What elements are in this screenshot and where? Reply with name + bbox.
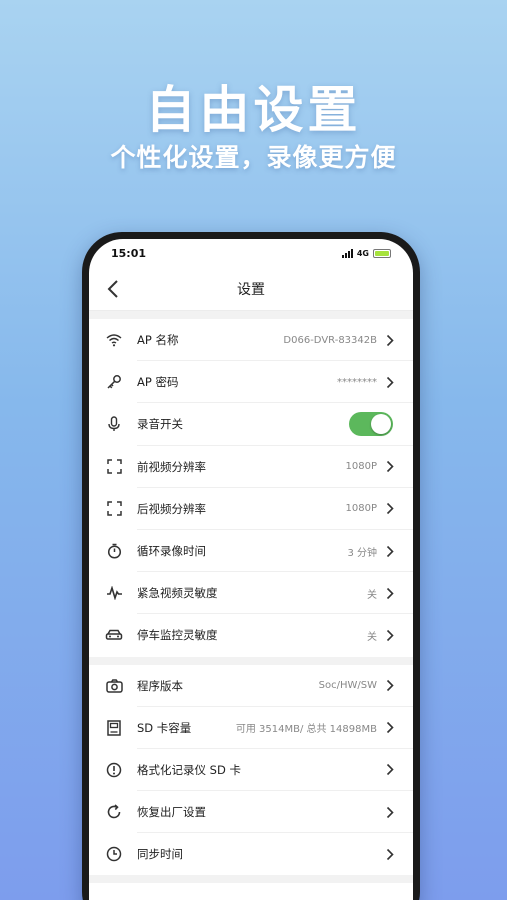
chevron-right-icon bbox=[386, 629, 394, 641]
status-bar: 15:01 4G bbox=[89, 239, 413, 267]
chevron-right-icon bbox=[385, 763, 395, 777]
settings-group-system: 程序版本 Soc/HW/SW SD 卡容量 可用 3514MB/ 总共 14898MB… bbox=[89, 664, 413, 876]
chevron-right-icon bbox=[386, 503, 394, 515]
timer-icon bbox=[105, 542, 123, 560]
chevron-right-icon bbox=[385, 805, 395, 819]
hero-subtitle: 个性化设置，录像更方便 bbox=[110, 143, 397, 172]
record-audio-toggle[interactable] bbox=[349, 412, 393, 437]
sd-card-icon bbox=[105, 719, 123, 737]
alert-icon bbox=[105, 761, 123, 779]
settings-row[interactable]: 循环录像时间 3 分钟 bbox=[89, 530, 413, 573]
settings-row[interactable]: 后视频分辨率 1080P bbox=[89, 488, 413, 531]
chevron-right-icon bbox=[385, 721, 395, 735]
settings-row[interactable]: AP 名称 D066-DVR-83342B bbox=[89, 319, 413, 362]
page-title: 设置 bbox=[237, 281, 265, 298]
chevron-right-icon bbox=[386, 806, 394, 818]
back-button[interactable] bbox=[103, 279, 123, 299]
settings-group-device: AP 名称 D066-DVR-83342B AP 密码 ******** 录音开关前视频… bbox=[89, 319, 413, 657]
settings-row-value: 可用 3514MB/ 总共 14898MB bbox=[235, 724, 377, 736]
signal-icon bbox=[341, 248, 353, 258]
settings-row[interactable]: 同步时间 bbox=[89, 833, 413, 875]
clock-icon bbox=[105, 845, 123, 863]
settings-row-label: 程序版本 bbox=[137, 678, 183, 693]
settings-row-label: 恢复出厂设置 bbox=[137, 805, 206, 820]
settings-row-label: 前视频分辨率 bbox=[137, 459, 206, 474]
settings-row-value: D066-DVR-83342B bbox=[283, 334, 377, 346]
hero-title: 自由设置 bbox=[145, 81, 362, 139]
settings-row[interactable]: 恢复出厂设置 bbox=[89, 791, 413, 834]
chevron-right-icon bbox=[385, 544, 395, 558]
chevron-right-icon bbox=[386, 587, 394, 599]
chevron-right-icon bbox=[386, 376, 394, 388]
chevron-right-icon bbox=[385, 847, 395, 861]
toggle-knob bbox=[371, 414, 391, 435]
car-icon bbox=[105, 626, 123, 644]
chevron-right-icon bbox=[386, 722, 394, 734]
settings-row[interactable]: 格式化记录仪 SD 卡 bbox=[89, 749, 413, 792]
settings-row[interactable]: 录音开关 bbox=[89, 403, 413, 446]
settings-row-label: 循环录像时间 bbox=[137, 544, 206, 559]
key-icon bbox=[105, 373, 123, 391]
settings-row[interactable]: 停车监控灵敏度 关 bbox=[89, 614, 413, 656]
chevron-right-icon bbox=[385, 460, 395, 474]
chevron-right-icon bbox=[386, 848, 394, 860]
camera-icon bbox=[105, 677, 123, 695]
section-gap bbox=[89, 311, 413, 319]
settings-row-value: 3 分钟 bbox=[347, 547, 377, 559]
settings-row-label: 停车监控灵敏度 bbox=[137, 628, 218, 643]
status-time: 15:01 bbox=[111, 246, 147, 260]
settings-row-label: SD 卡容量 bbox=[137, 720, 192, 735]
chevron-right-icon bbox=[386, 545, 394, 557]
settings-row[interactable]: 紧急视频灵敏度 关 bbox=[89, 572, 413, 615]
settings-row-value: 1080P bbox=[345, 461, 377, 473]
chevron-right-icon bbox=[385, 586, 395, 600]
settings-row-label: AP 名称 bbox=[137, 333, 179, 348]
settings-row-label: 录音开关 bbox=[137, 417, 183, 432]
settings-row-label: 同步时间 bbox=[137, 847, 183, 862]
chevron-right-icon bbox=[385, 333, 395, 347]
battery-icon bbox=[373, 248, 391, 258]
phone-screen: 15:01 4G 设置 AP 名称 D066-DVR-83342B AP 密码 ***… bbox=[89, 239, 413, 900]
chevron-right-icon bbox=[385, 502, 395, 516]
status-indicators: 4G bbox=[341, 248, 391, 258]
settings-row-value: 关 bbox=[367, 589, 377, 601]
network-type: 4G bbox=[356, 248, 369, 258]
settings-row-value: 1080P bbox=[345, 503, 377, 515]
chevron-right-icon bbox=[385, 679, 395, 693]
chevron-right-icon bbox=[386, 680, 394, 692]
settings-row[interactable]: 前视频分辨率 1080P bbox=[89, 446, 413, 488]
chevron-right-icon bbox=[385, 628, 395, 642]
phone-frame: 15:01 4G 设置 AP 名称 D066-DVR-83342B AP 密码 ***… bbox=[82, 232, 420, 900]
section-gap bbox=[89, 656, 413, 665]
nav-bar: 设置 bbox=[89, 267, 413, 311]
settings-row-label: 后视频分辨率 bbox=[137, 501, 206, 516]
chevron-left-icon bbox=[107, 280, 118, 298]
microphone-icon bbox=[105, 415, 123, 433]
wifi-icon bbox=[105, 331, 123, 349]
chevron-right-icon bbox=[386, 461, 394, 473]
chevron-right-icon bbox=[386, 764, 394, 776]
settings-row-label: 紧急视频灵敏度 bbox=[137, 586, 218, 601]
settings-row-label: 格式化记录仪 SD 卡 bbox=[137, 762, 241, 777]
settings-row[interactable]: AP 密码 ******** bbox=[89, 361, 413, 404]
settings-row[interactable]: SD 卡容量 可用 3514MB/ 总共 14898MB bbox=[89, 707, 413, 750]
frame-icon bbox=[105, 458, 123, 476]
frame-icon bbox=[105, 500, 123, 518]
pulse-icon bbox=[105, 584, 123, 602]
settings-row-value: ******** bbox=[337, 376, 377, 388]
settings-row-value: 关 bbox=[367, 631, 377, 643]
settings-row-value: Soc/HW/SW bbox=[318, 680, 377, 692]
chevron-right-icon bbox=[385, 375, 395, 389]
settings-row-label: AP 密码 bbox=[137, 375, 179, 390]
chevron-right-icon bbox=[386, 334, 394, 346]
section-gap bbox=[89, 875, 413, 884]
refresh-icon bbox=[105, 803, 123, 821]
settings-row[interactable]: 程序版本 Soc/HW/SW bbox=[89, 665, 413, 707]
